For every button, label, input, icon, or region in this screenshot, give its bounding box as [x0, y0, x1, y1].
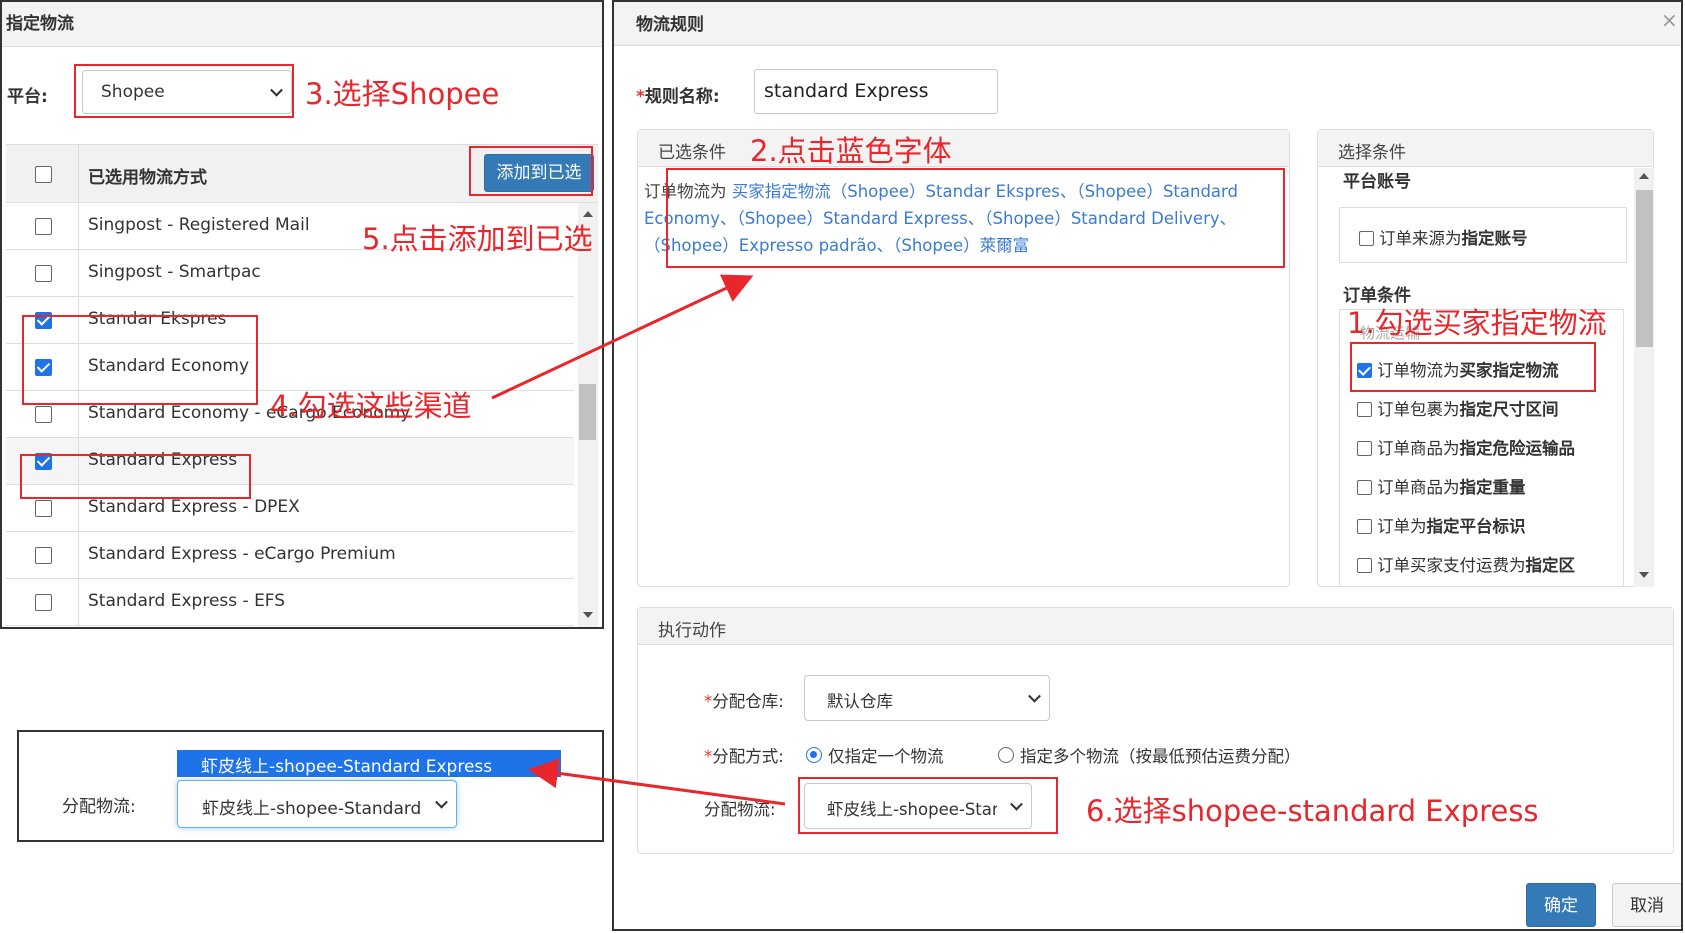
arrow-select-to-option — [528, 758, 786, 806]
arrow-channels-to-conditions — [491, 274, 754, 400]
annotation-arrows — [491, 274, 786, 806]
